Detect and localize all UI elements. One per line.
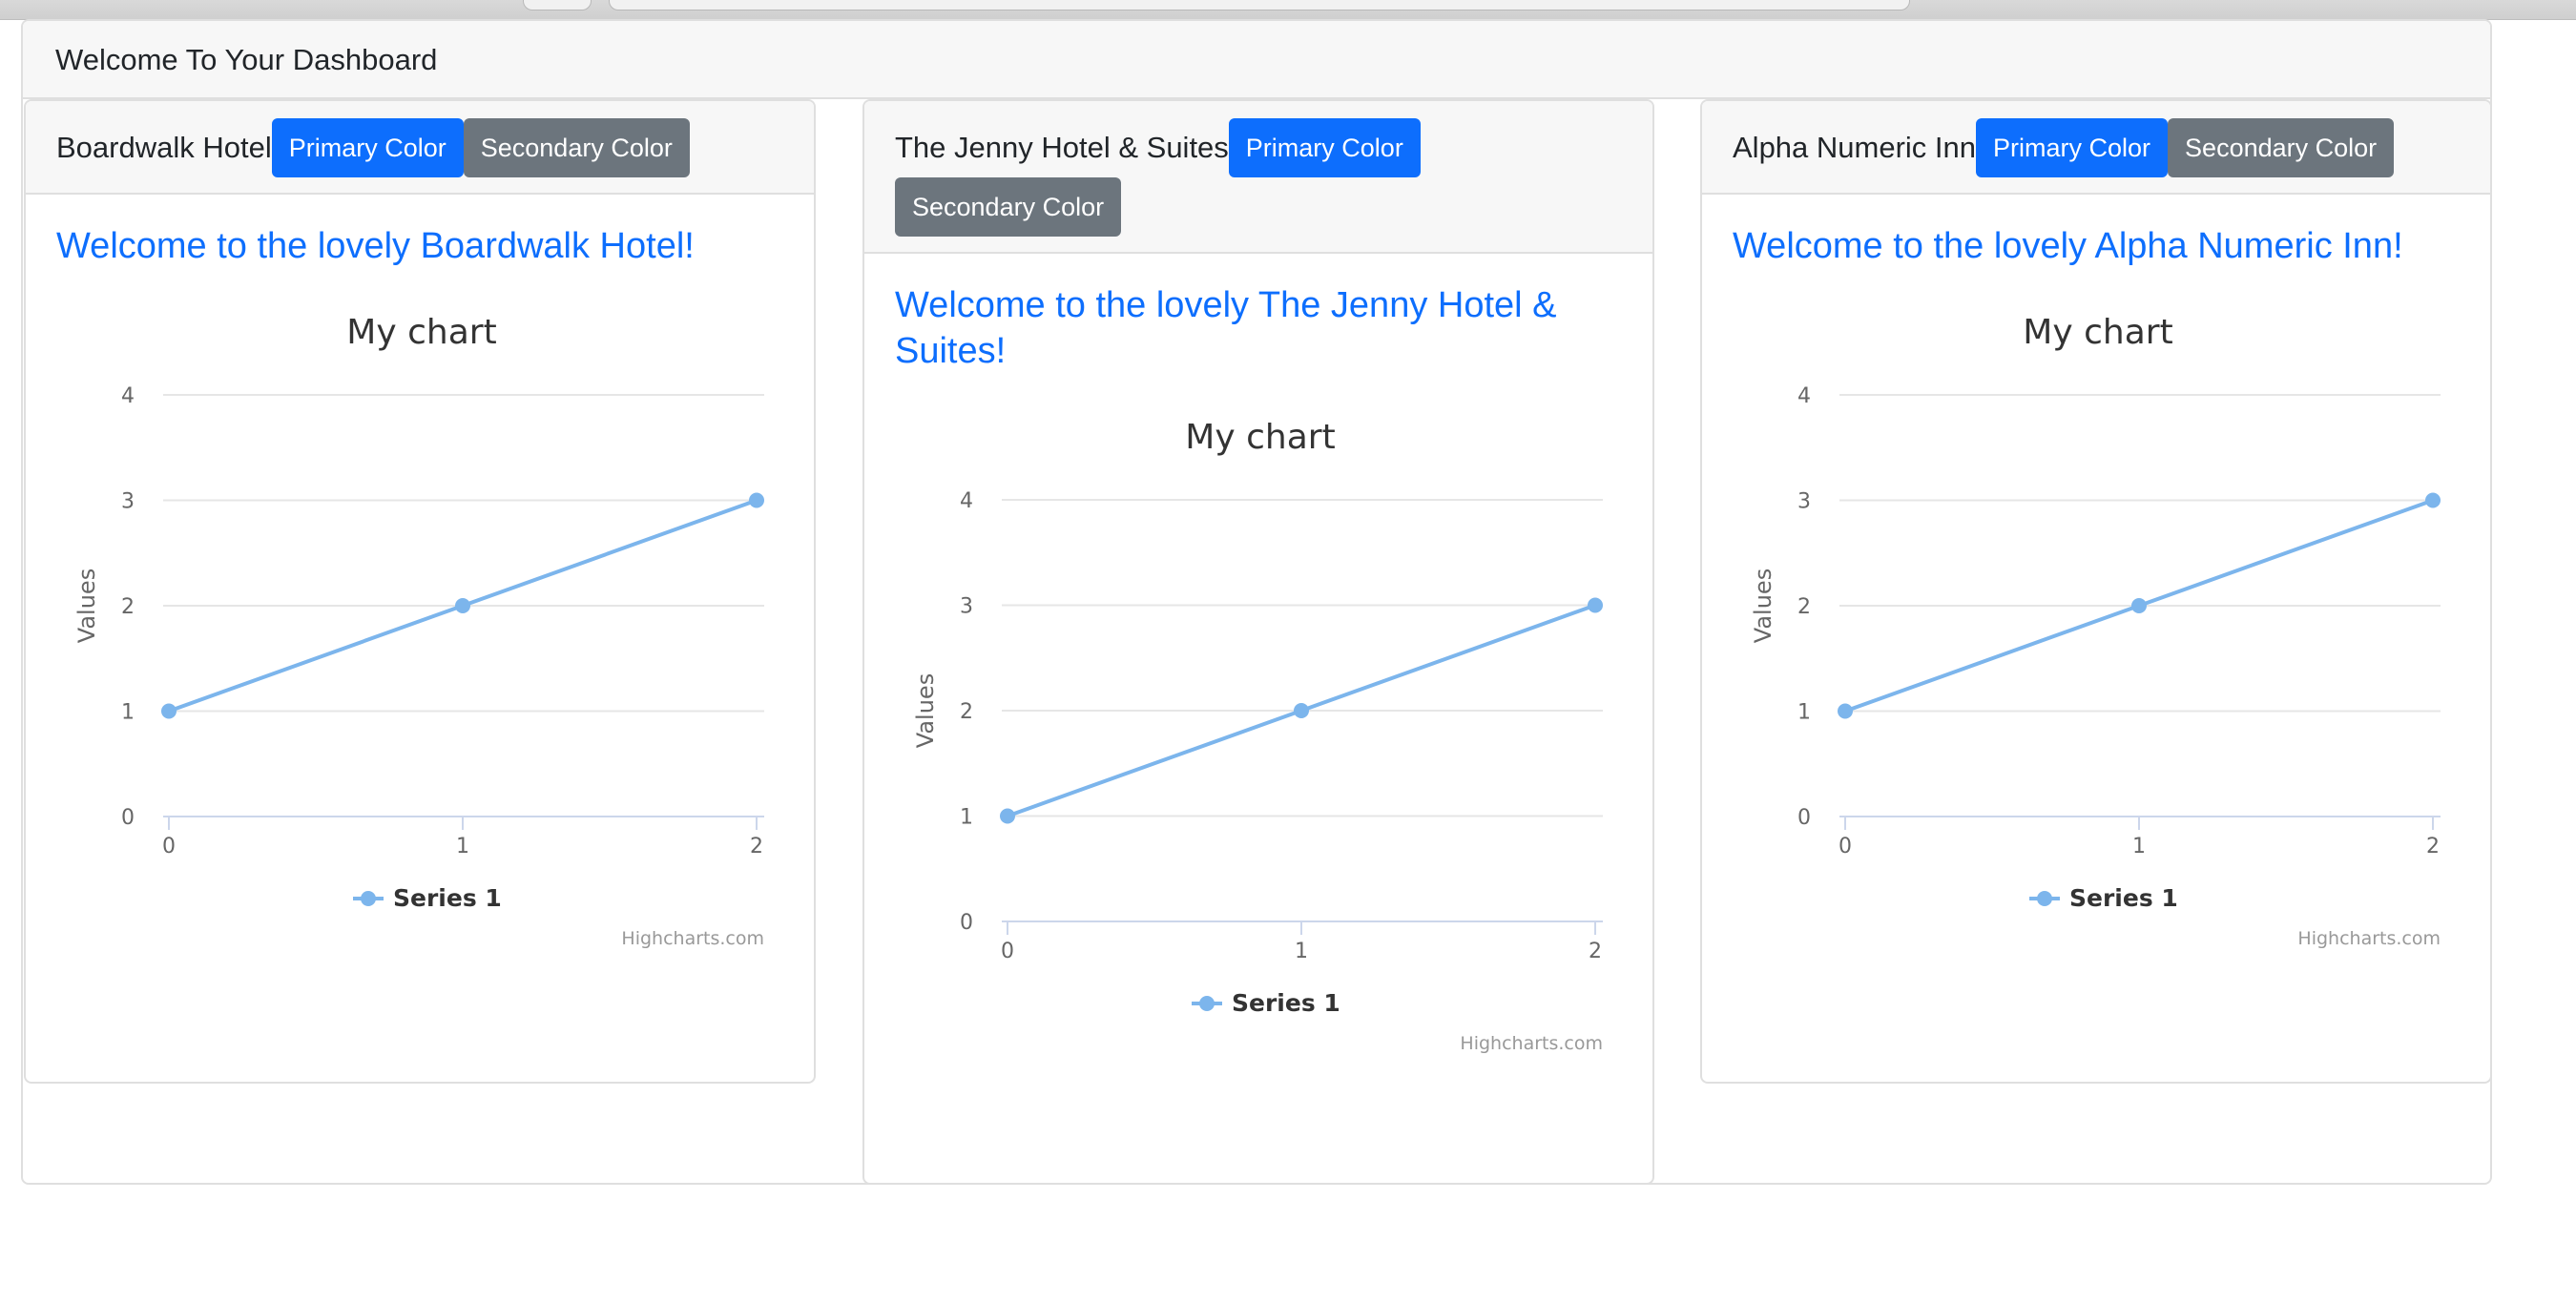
legend-label: Series 1 [393,884,502,912]
welcome-message: Welcome to the lovely Alpha Numeric Inn! [1733,226,2403,266]
x-tick-label: 2 [1589,940,1602,963]
x-tick-label: 1 [456,835,469,858]
welcome-message: Welcome to the lovely The Jenny Hotel & … [895,285,1557,371]
welcome-message: Welcome to the lovely Boardwalk Hotel! [56,226,695,266]
y-tick-label: 3 [1797,490,1811,514]
data-point [2131,598,2147,613]
dashboard-header: Welcome To Your Dashboard [23,21,2490,99]
y-tick-label: 4 [960,489,973,513]
hotel-card-header: Boardwalk Hotel Primary Color Secondary Co… [26,101,814,195]
y-tick-label: 3 [121,490,135,514]
primary-color-button[interactable]: Primary Color [271,118,464,177]
legend-marker [1199,996,1215,1011]
browser-tab-button[interactable] [523,0,592,10]
data-point [1000,808,1015,824]
chart-credits: Highcharts.com [621,928,764,949]
chart-title: My chart [2023,313,2172,352]
y-tick-label: 2 [1797,595,1811,619]
legend-label: Series 1 [2069,884,2178,912]
hotel-name: The Jenny Hotel & Suites [895,131,1229,164]
y-tick-label: 0 [1797,806,1811,830]
chart-title: My chart [346,313,496,352]
x-tick-label: 2 [750,835,763,858]
x-tick-label: 2 [2426,835,2440,858]
y-tick-label: 3 [960,595,973,619]
hotel-card-header: Alpha Numeric Inn Primary Color Secondary … [1702,101,2490,195]
y-tick-label: 0 [960,911,973,935]
x-tick-label: 0 [1839,835,1852,858]
line-chart: My chart 0 1 2 3 4 0 1 2 Values Series 1 Highcharts… [73,313,764,949]
dashboard-panel: Welcome To Your Dashboard Boardwalk Hote… [21,19,2492,1185]
y-tick-label: 2 [121,595,135,619]
data-point [1838,703,1853,719]
hotel-card-jenny: The Jenny Hotel & Suites Primary Color Sec… [862,99,1654,1185]
data-point [161,703,177,719]
chart-title: My chart [1185,418,1335,457]
browser-address-bar[interactable] [609,0,1910,10]
y-tick-label: 4 [121,384,135,408]
data-point [455,598,470,613]
data-point [749,492,764,508]
y-tick-label: 0 [121,806,135,830]
hotel-card-body: Welcome to the lovely The Jenny Hotel & … [864,254,1652,1175]
primary-color-button[interactable]: Primary Color [1228,118,1421,177]
x-tick-label: 0 [162,835,176,858]
hotel-card-boardwalk: Boardwalk Hotel Primary Color Secondary Co… [24,99,816,1084]
secondary-color-button[interactable]: Secondary Color [463,118,690,177]
legend-marker [2037,891,2052,906]
data-point [1294,703,1309,718]
chart-credits: Highcharts.com [2297,928,2441,949]
y-axis-label: Values [73,569,100,643]
y-tick-label: 1 [121,701,135,725]
y-tick-label: 2 [960,700,973,724]
secondary-color-button[interactable]: Secondary Color [895,177,1122,237]
hotel-card-header: The Jenny Hotel & Suites Primary Color Sec… [864,101,1652,254]
hotel-card-alpha: Alpha Numeric Inn Primary Color Secondary … [1700,99,2492,1084]
dashboard-title: Welcome To Your Dashboard [55,43,438,76]
y-tick-label: 1 [1797,701,1811,725]
x-tick-label: 1 [1295,940,1308,963]
chart-credits: Highcharts.com [1460,1033,1603,1054]
y-tick-label: 1 [960,806,973,830]
x-tick-label: 1 [2132,835,2146,858]
y-axis-label: Values [1750,569,1776,643]
hotel-name: Boardwalk Hotel [56,131,272,164]
line-chart: My chart 0 1 2 3 4 0 1 2 Values Series 1 Highcharts… [1750,313,2441,949]
hotel-name: Alpha Numeric Inn [1733,131,1977,164]
y-axis-label: Values [912,673,939,748]
line-chart: My chart 0 1 2 3 4 0 1 2 Values Series 1 Highcharts… [912,418,1603,1054]
primary-color-button[interactable]: Primary Color [1976,118,2169,177]
browser-toolbar [0,0,2576,20]
data-point [1588,597,1603,613]
legend-label: Series 1 [1232,989,1340,1017]
hotel-card-body: Welcome to the lovely Boardwalk Hotel! M… [26,195,814,1023]
secondary-color-button[interactable]: Secondary Color [2168,118,2395,177]
y-tick-label: 4 [1797,384,1811,408]
legend-marker [361,891,376,906]
hotel-card-body: Welcome to the lovely Alpha Numeric Inn!… [1702,195,2490,1023]
x-tick-label: 0 [1001,940,1014,963]
data-point [2425,492,2441,508]
